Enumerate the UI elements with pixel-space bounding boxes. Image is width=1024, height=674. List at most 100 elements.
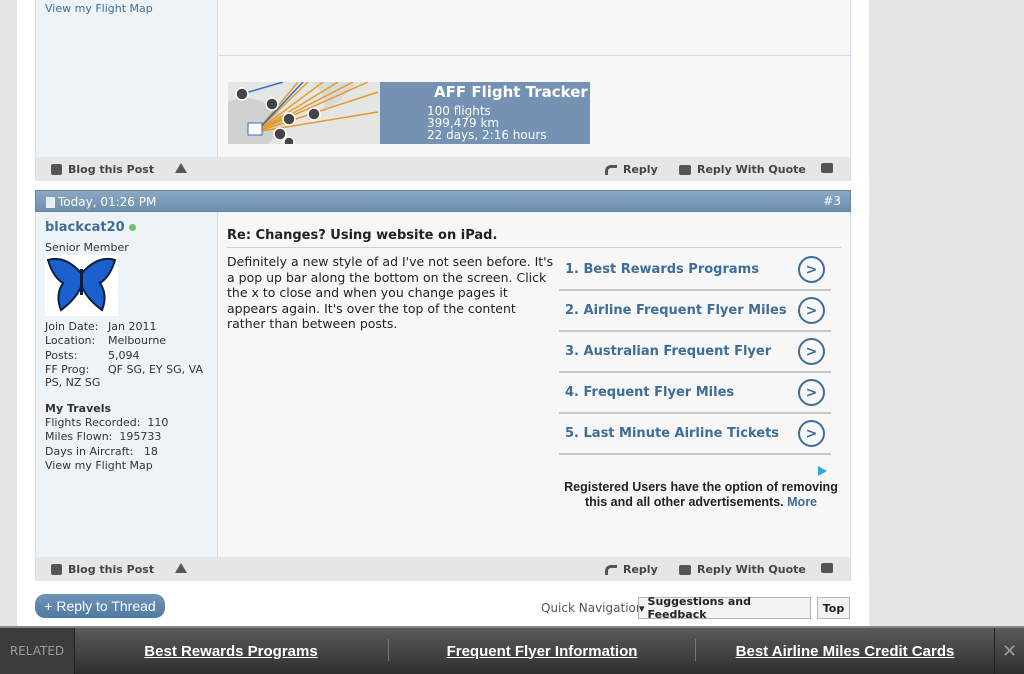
post-text: Definitely a new style of ad I've not se…: [227, 254, 554, 331]
post-content: Re: Changes? Using website on iPad. Defi…: [218, 212, 850, 557]
post-userinfo: blackcat20 Senior Member Join Date: Jan 2…: [36, 212, 218, 557]
post-body: blackcat20 Senior Member Join Date: Jan 2…: [35, 212, 851, 557]
post-date-text: Today, 01:26 PM: [58, 195, 157, 209]
reply-with-quote-label: Reply With Quote: [697, 563, 806, 576]
location-value: Melbourne: [108, 334, 167, 347]
avatar[interactable]: [45, 255, 118, 316]
post-number-link[interactable]: #3: [823, 194, 841, 208]
miles-flown-row: Miles Flown: 195733: [45, 430, 161, 444]
adchoices-icon[interactable]: [818, 466, 827, 476]
reply-button[interactable]: Reply: [605, 163, 658, 176]
ff-prog-row: FF Prog: QF SG, EY SG, VA: [45, 363, 203, 377]
ad-links-list: 1. Best Rewards Programs > 2. Airline Fr…: [559, 250, 831, 455]
previous-post-footer: Blog this Post Reply Reply With Quote: [35, 157, 851, 181]
blog-post-label: Blog this Post: [68, 163, 155, 176]
posts-label: Posts:: [45, 349, 78, 362]
warning-icon: [175, 163, 187, 173]
warning-icon: [175, 563, 187, 573]
ff-prog-label: FF Prog:: [45, 363, 90, 376]
blog-post-button[interactable]: Blog this Post: [51, 563, 154, 576]
ad-link-label: 5. Last Minute Airline Tickets: [565, 426, 780, 441]
ad-link-label: 1. Best Rewards Programs: [565, 262, 759, 277]
ad-link-label: 4. Frequent Flyer Miles: [565, 385, 735, 400]
ad-link[interactable]: 2. Airline Frequent Flyer Miles >: [559, 291, 831, 332]
miles-flown-value: 195733: [119, 430, 162, 443]
related-ad-bar: RELATED Best Rewards Programs Frequent F…: [0, 626, 1024, 674]
related-link[interactable]: Frequent Flyer Information: [389, 628, 695, 674]
report-post-button[interactable]: [175, 563, 187, 573]
ad-link-label: 3. Australian Frequent Flyer: [565, 344, 772, 359]
more-link[interactable]: More: [787, 495, 817, 509]
posts-value: 5,094: [108, 349, 140, 362]
reply-with-quote-button[interactable]: Reply With Quote: [679, 163, 806, 176]
flight-map-link[interactable]: View my Flight Map: [45, 2, 153, 15]
post-title: Re: Changes? Using website on iPad.: [227, 228, 498, 243]
flight-tracker-banner[interactable]: AFF Flight Tracker 100 flights 399,479 k…: [228, 82, 590, 144]
ad-link-label: 2. Airline Frequent Flyer Miles: [565, 303, 787, 318]
reply-label: Reply: [623, 163, 658, 176]
related-link[interactable]: Best Rewards Programs: [75, 628, 387, 674]
tracker-title: AFF Flight Tracker: [434, 83, 588, 101]
related-link[interactable]: Best Airline Miles Credit Cards: [696, 628, 994, 674]
registered-users-note: Registered Users have the option of remo…: [556, 480, 846, 510]
ad-link[interactable]: 4. Frequent Flyer Miles >: [559, 373, 831, 414]
chevron-right-circle-icon: >: [798, 379, 825, 406]
chevron-right-circle-icon: >: [798, 420, 825, 447]
flights-recorded-label: Flights Recorded:: [45, 416, 141, 429]
ff-prog-value-continued: PS, NZ SG: [45, 376, 101, 389]
previous-post: View my Flight Map AFF Flight Tracker 10…: [35, 0, 851, 157]
chevron-right-circle-icon: >: [798, 338, 825, 365]
quick-navigation-select[interactable]: ▾ Suggestions and Feedback: [638, 595, 811, 621]
reply-arrow-icon: [605, 164, 617, 175]
blog-icon: [51, 164, 62, 175]
ad-link[interactable]: 1. Best Rewards Programs >: [559, 250, 831, 291]
reply-button[interactable]: Reply: [605, 563, 658, 576]
close-icon[interactable]: ✕: [994, 628, 1024, 674]
quote-icon: [679, 164, 691, 175]
reply-with-quote-button[interactable]: Reply With Quote: [679, 563, 806, 576]
location-row: Location: Melbourne: [45, 334, 166, 348]
related-label: RELATED: [0, 628, 75, 674]
multi-quote-button[interactable]: [821, 563, 833, 573]
post-header: Today, 01:26 PM #3: [35, 190, 851, 212]
blog-post-label: Blog this Post: [68, 563, 155, 576]
ff-prog-value: QF SG, EY SG, VA: [108, 363, 203, 376]
quote-icon: [679, 564, 691, 575]
miles-flown-label: Miles Flown:: [45, 430, 113, 443]
quick-navigation-value: Suggestions and Feedback: [647, 595, 751, 621]
join-date-value: Jan 2011: [108, 320, 157, 333]
days-aircraft-label: Days in Aircraft:: [45, 445, 134, 458]
user-title: Senior Member: [45, 241, 129, 254]
days-aircraft-value: 18: [143, 445, 158, 458]
title-divider: [227, 247, 841, 248]
posts-row: Posts: 5,094: [45, 349, 140, 363]
ad-link[interactable]: 3. Australian Frequent Flyer >: [559, 332, 831, 373]
blog-post-button[interactable]: Blog this Post: [51, 163, 154, 176]
document-icon: [46, 196, 55, 208]
multi-quote-icon: [821, 163, 833, 173]
top-button[interactable]: Top: [817, 597, 850, 619]
post-footer: Blog this Post Reply Reply With Quote: [35, 557, 851, 581]
report-post-button[interactable]: [175, 163, 187, 173]
flights-recorded-value: 110: [147, 416, 169, 429]
online-status-icon: [128, 224, 136, 231]
reply-to-thread-button[interactable]: + Reply to Thread: [35, 594, 165, 618]
join-date-label: Join Date:: [45, 320, 99, 333]
flight-map-image: [228, 82, 380, 144]
flight-map-link[interactable]: View my Flight Map: [45, 459, 153, 473]
reply-with-quote-label: Reply With Quote: [697, 163, 806, 176]
previous-post-signature: AFF Flight Tracker 100 flights 399,479 k…: [218, 0, 850, 157]
reply-label: Reply: [623, 563, 658, 576]
username-text: blackcat20: [45, 220, 125, 235]
signature-divider: [218, 55, 850, 56]
my-travels-heading: My Travels: [45, 402, 112, 415]
ad-link[interactable]: 5. Last Minute Airline Tickets >: [559, 414, 831, 455]
location-label: Location:: [45, 334, 96, 347]
username-link[interactable]: blackcat20: [45, 220, 136, 235]
multi-quote-button[interactable]: [821, 163, 833, 173]
post-date: Today, 01:26 PM: [46, 195, 156, 209]
tracker-duration: 22 days, 2:16 hours: [427, 128, 547, 142]
previous-post-userinfo: View my Flight Map: [36, 0, 218, 157]
flights-recorded-row: Flights Recorded: 110: [45, 416, 168, 430]
caret-down-icon: ▾: [639, 601, 645, 615]
